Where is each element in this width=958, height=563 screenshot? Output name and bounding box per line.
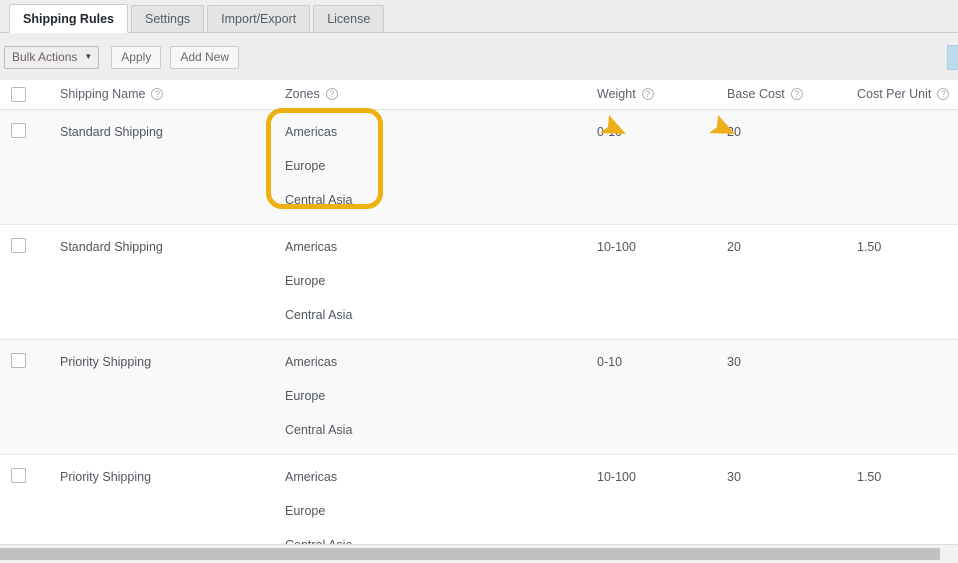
row-select-checkbox[interactable]: [11, 353, 26, 368]
chevron-down-icon: ▼: [84, 52, 93, 61]
table-row[interactable]: Priority Shipping Americas Europe Centra…: [0, 455, 958, 544]
help-icon[interactable]: ?: [790, 88, 803, 100]
cell-shipping-name: Priority Shipping: [60, 355, 152, 369]
column-header-zones-label: Zones: [285, 87, 320, 101]
horizontal-scrollbar[interactable]: [0, 544, 958, 563]
row-select-checkbox[interactable]: [11, 468, 26, 483]
add-new-button[interactable]: Add New: [170, 45, 240, 69]
cell-base-cost: 20: [727, 240, 741, 254]
tab-shipping-rules-label: Shipping Rules: [23, 12, 114, 26]
cell-weight: 0-10: [597, 355, 623, 369]
table-row[interactable]: Standard Shipping Americas Europe Centra…: [0, 110, 958, 225]
table-header-row: Shipping Name ? Zones ? Weight ? Base Co…: [0, 80, 958, 110]
column-header-zones[interactable]: Zones ?: [285, 87, 338, 101]
cell-zone: Central Asia: [285, 308, 353, 322]
cell-zone: Europe: [285, 159, 326, 173]
tab-license[interactable]: License: [313, 5, 385, 32]
column-header-shipping-name-label: Shipping Name: [60, 87, 146, 101]
tab-license-label: License: [327, 12, 371, 26]
apply-button[interactable]: Apply: [111, 45, 162, 69]
cell-cost-per-unit: 1.50: [857, 470, 882, 484]
cell-zone: Americas: [285, 470, 338, 484]
cell-weight: 0-10: [597, 125, 623, 139]
tab-import-export[interactable]: Import/Export: [207, 5, 311, 32]
cell-base-cost: 30: [727, 470, 741, 484]
tab-settings[interactable]: Settings: [130, 5, 205, 32]
cell-zone: Europe: [285, 504, 326, 518]
shipping-rules-screen: Shipping Rules Settings Import/Export Li…: [0, 0, 958, 563]
cell-base-cost: 30: [727, 355, 741, 369]
column-header-shipping-name[interactable]: Shipping Name ?: [60, 87, 164, 101]
tab-bar: Shipping Rules Settings Import/Export Li…: [0, 0, 958, 33]
column-header-base-cost-label: Base Cost: [727, 87, 785, 101]
column-header-cost-per-unit-label: Cost Per Unit: [857, 87, 932, 101]
side-panel-handle[interactable]: [947, 45, 958, 70]
help-icon[interactable]: ?: [151, 88, 164, 100]
tab-import-export-label: Import/Export: [221, 12, 297, 26]
cell-zone: Europe: [285, 274, 326, 288]
column-header-weight-label: Weight: [597, 87, 636, 101]
select-all-checkbox[interactable]: [11, 87, 26, 102]
help-icon[interactable]: ?: [641, 88, 654, 100]
row-select-checkbox[interactable]: [11, 123, 26, 138]
tab-settings-label: Settings: [144, 12, 191, 26]
cell-shipping-name: Standard Shipping: [60, 125, 163, 139]
cell-zone: Americas: [285, 355, 338, 369]
cell-zone: Americas: [285, 240, 338, 254]
cell-weight: 10-100: [597, 470, 636, 484]
bulk-actions-label: Bulk Actions: [12, 50, 78, 64]
table-row[interactable]: Priority Shipping Americas Europe Centra…: [0, 340, 958, 455]
cell-weight: 10-100: [597, 240, 636, 254]
horizontal-scrollbar-thumb[interactable]: [0, 548, 940, 560]
cell-zone: Central Asia: [285, 423, 353, 437]
cell-shipping-name: Priority Shipping: [60, 470, 152, 484]
cell-cost-per-unit: 1.50: [857, 240, 882, 254]
cell-shipping-name: Standard Shipping: [60, 240, 163, 254]
cell-zone: Europe: [285, 389, 326, 403]
bulk-actions-select[interactable]: Bulk Actions ▼: [4, 45, 100, 69]
column-header-weight[interactable]: Weight ?: [597, 87, 654, 101]
table-toolbar: Bulk Actions ▼ Apply Add New: [0, 34, 958, 80]
tab-shipping-rules[interactable]: Shipping Rules: [9, 4, 128, 33]
cell-zone: Americas: [285, 125, 338, 139]
row-select-checkbox[interactable]: [11, 238, 26, 253]
column-header-cost-per-unit[interactable]: Cost Per Unit ?: [857, 87, 950, 101]
shipping-rules-table: Shipping Name ? Zones ? Weight ? Base Co…: [0, 80, 958, 544]
add-new-button-label: Add New: [180, 50, 230, 64]
cell-zone: Central Asia: [285, 193, 353, 207]
help-icon[interactable]: ?: [937, 88, 950, 100]
column-header-base-cost[interactable]: Base Cost ?: [727, 87, 803, 101]
apply-button-label: Apply: [121, 50, 152, 64]
help-icon[interactable]: ?: [325, 88, 338, 100]
table-row[interactable]: Standard Shipping Americas Europe Centra…: [0, 225, 958, 340]
cell-base-cost: 20: [727, 125, 741, 139]
